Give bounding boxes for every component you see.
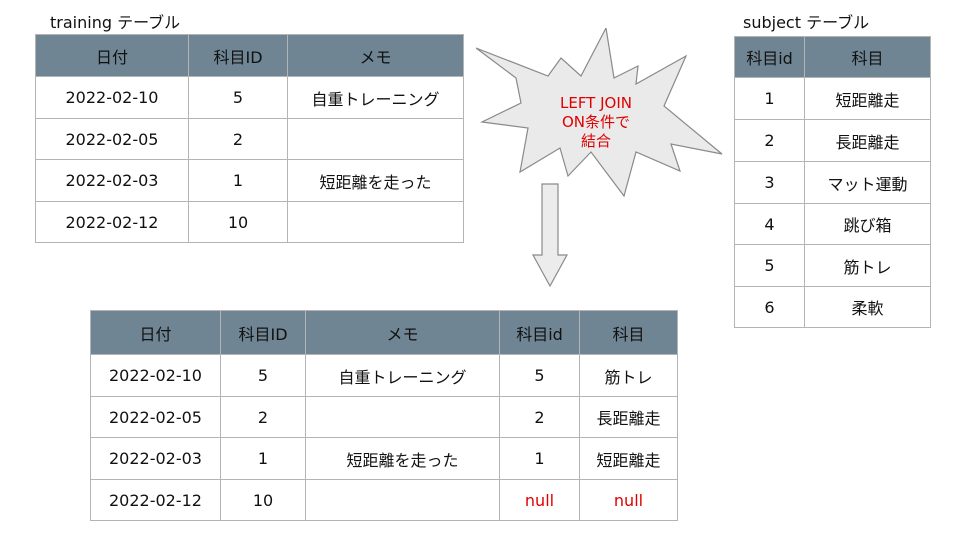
col-header-subject-id: 科目ID (188, 34, 288, 77)
training-table: 日付 科目ID メモ 2022-02-10 5 自重トレーニング 2022-02… (35, 34, 464, 243)
cell-subject: 柔軟 (804, 286, 931, 328)
table-row: 6 柔軟 (734, 286, 931, 328)
left-join-burst: LEFT JOIN ON条件で 結合 (476, 28, 723, 198)
cell-subject-id: 1 (188, 159, 288, 202)
cell-subject-id: 6 (734, 286, 805, 328)
burst-text-line1: LEFT JOIN (560, 94, 632, 112)
cell-subject-id: 4 (734, 203, 805, 245)
table-row: 2022-02-12 10 (35, 201, 464, 243)
table-row: 3 マット運動 (734, 161, 931, 204)
table-row: 2022-02-12 10 null null (90, 479, 678, 521)
cell-memo: 自重トレーニング (305, 354, 500, 397)
table-row: 1 短距離走 (734, 77, 931, 120)
col-header-date: 日付 (35, 34, 189, 77)
cell-date: 2022-02-05 (90, 396, 221, 438)
result-table: 日付 科目ID メモ 科目id 科目 2022-02-10 5 自重トレーニング… (90, 310, 678, 521)
table-row: 4 跳び箱 (734, 203, 931, 245)
cell-subject-id: 5 (188, 76, 288, 119)
cell-subject-id: 10 (220, 479, 306, 521)
cell-memo (305, 479, 500, 521)
col-header-memo: メモ (287, 34, 464, 77)
cell-subject-id: 5 (734, 244, 805, 287)
table-row: 2022-02-05 2 (35, 118, 464, 160)
cell-subject-id: 2 (220, 396, 306, 438)
cell-date: 2022-02-03 (90, 437, 221, 480)
burst-text-line2: ON条件で (562, 113, 630, 131)
cell-subject-id-joined: 5 (499, 354, 580, 397)
table-row: 2 長距離走 (734, 119, 931, 162)
cell-subject-null: null (579, 479, 678, 521)
cell-memo (287, 118, 464, 160)
burst-shape (476, 28, 723, 198)
col-header-subject: 科目 (804, 36, 931, 78)
cell-memo: 短距離を走った (305, 437, 500, 480)
table-row: 2022-02-05 2 2 長距離走 (90, 396, 678, 438)
table-row: 2022-02-03 1 短距離を走った (35, 159, 464, 202)
cell-date: 2022-02-12 (90, 479, 221, 521)
cell-subject: 筋トレ (804, 244, 931, 287)
cell-subject-id: 1 (220, 437, 306, 480)
subject-table-caption: subject テーブル (743, 13, 870, 32)
cell-subject-id: 2 (188, 118, 288, 160)
training-table-caption: training テーブル (50, 13, 181, 32)
cell-memo: 短距離を走った (287, 159, 464, 202)
cell-subject: 長距離走 (579, 396, 678, 438)
cell-date: 2022-02-03 (35, 159, 189, 202)
col-header-subject-id: 科目id (734, 36, 805, 78)
burst-text-line3: 結合 (581, 132, 611, 150)
cell-subject: 短距離走 (804, 77, 931, 120)
cell-memo (305, 396, 500, 438)
cell-subject-id: 3 (734, 161, 805, 204)
cell-subject: 長距離走 (804, 119, 931, 162)
cell-date: 2022-02-12 (35, 201, 189, 243)
col-header-subject-id: 科目ID (220, 310, 306, 355)
subject-table: 科目id 科目 1 短距離走 2 長距離走 3 マット運動 4 跳び箱 5 筋ト… (734, 36, 931, 328)
table-row: 2022-02-10 5 自重トレーニング 5 筋トレ (90, 354, 678, 397)
cell-subject: 短距離走 (579, 437, 678, 480)
cell-subject: 筋トレ (579, 354, 678, 397)
down-arrow-icon (531, 183, 569, 288)
cell-date: 2022-02-10 (90, 354, 221, 397)
cell-subject-id: 2 (734, 119, 805, 162)
cell-subject-id-joined-null: null (499, 479, 580, 521)
cell-subject-id: 1 (734, 77, 805, 120)
cell-subject: 跳び箱 (804, 203, 931, 245)
cell-subject-id: 5 (220, 354, 306, 397)
cell-subject-id-joined: 1 (499, 437, 580, 480)
cell-date: 2022-02-10 (35, 76, 189, 119)
col-header-date: 日付 (90, 310, 221, 355)
table-row: 2022-02-03 1 短距離を走った 1 短距離走 (90, 437, 678, 480)
col-header-memo: メモ (305, 310, 500, 355)
cell-subject-id-joined: 2 (499, 396, 580, 438)
table-row: 5 筋トレ (734, 244, 931, 287)
cell-date: 2022-02-05 (35, 118, 189, 160)
cell-subject: マット運動 (804, 161, 931, 204)
cell-memo: 自重トレーニング (287, 76, 464, 119)
col-header-subject-id-joined: 科目id (499, 310, 580, 355)
cell-subject-id: 10 (188, 201, 288, 243)
cell-memo (287, 201, 464, 243)
col-header-subject: 科目 (579, 310, 678, 355)
table-row: 2022-02-10 5 自重トレーニング (35, 76, 464, 119)
